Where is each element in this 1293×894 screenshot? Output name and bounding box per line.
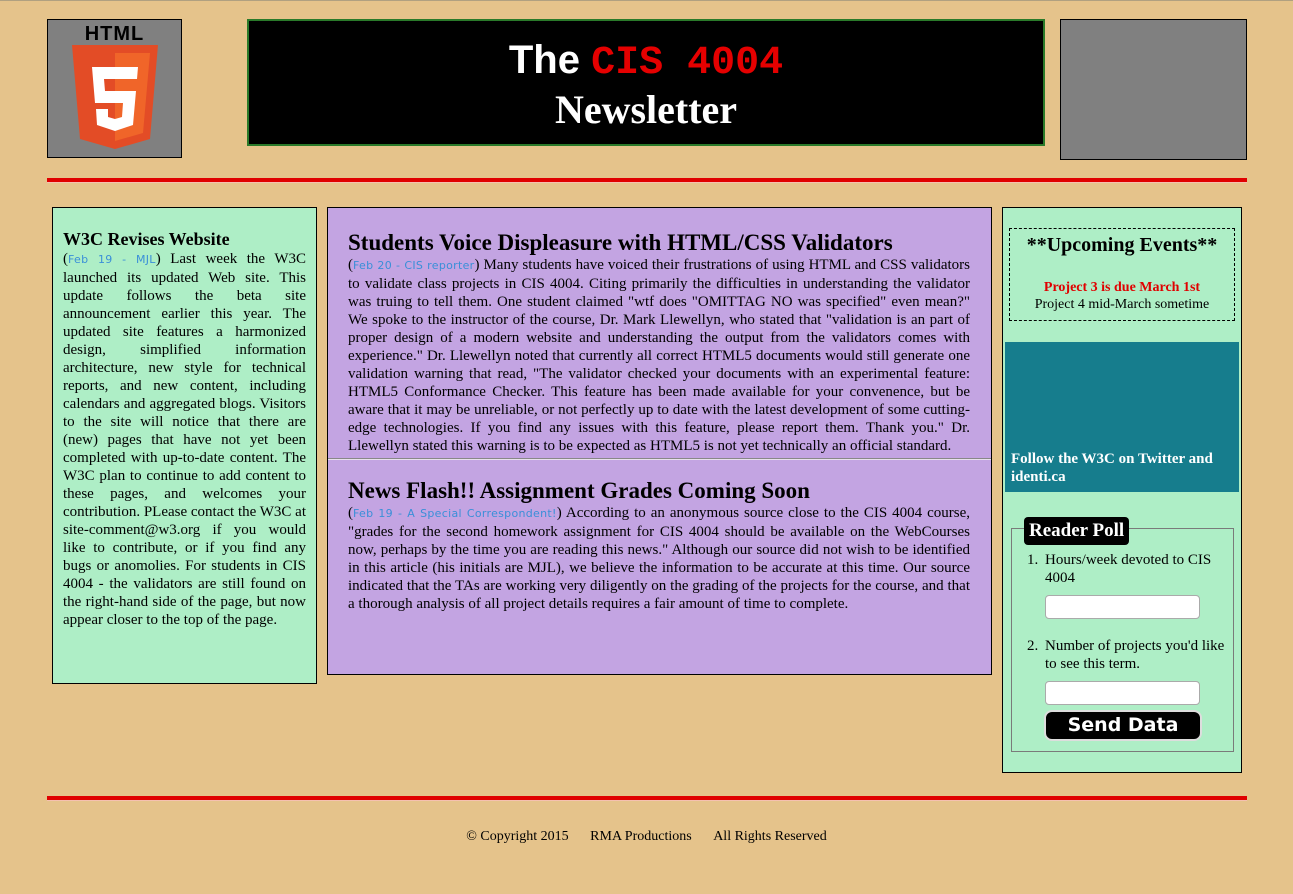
article-body: Many students have voiced their frustrat… xyxy=(348,257,970,454)
twitter-follow-text[interactable]: Follow the W3C on Twitter and identi.ca xyxy=(1011,450,1231,486)
article-byline: Feb 19 - A Special Correspondent! xyxy=(353,507,557,520)
article-grades: News Flash!! Assignment Grades Coming So… xyxy=(328,460,991,613)
article-text: (Feb 19 - MJL) Last week the W3C launche… xyxy=(63,251,306,628)
article-body: Last week the W3C launched its updated W… xyxy=(63,251,306,628)
header-ad-placeholder xyxy=(1060,19,1247,160)
footer-copyright: © Copyright 2015 xyxy=(466,829,569,844)
article-headline: Students Voice Displeasure with HTML/CSS… xyxy=(348,230,893,255)
article-byline: Feb 19 - MJL xyxy=(68,253,156,266)
article-headline: News Flash!! Assignment Grades Coming So… xyxy=(348,478,810,503)
reader-poll-form: Reader Poll 1. Hours/week devoted to CIS… xyxy=(1011,517,1234,752)
article-text: (Feb 20 - CIS reporter) Many students ha… xyxy=(348,257,970,454)
article-text: (Feb 19 - A Special Correspondent!) Acco… xyxy=(348,505,971,612)
masthead-banner: The CIS 4004 Newsletter xyxy=(247,19,1045,146)
masthead-title-line1: The CIS 4004 xyxy=(249,37,1043,87)
left-sidebar-article: W3C Revises Website (Feb 19 - MJL) Last … xyxy=(52,207,317,684)
footer-divider xyxy=(47,796,1247,801)
html5-shield-icon xyxy=(72,45,158,149)
send-data-button[interactable]: Send Data xyxy=(1044,710,1202,741)
top-border xyxy=(0,0,1293,1)
poll-question-2: 2. Number of projects you'd like to see … xyxy=(1027,637,1227,705)
article-byline: Feb 20 - CIS reporter xyxy=(353,259,475,272)
right-sidebar: **Upcoming Events** Project 3 is due Mar… xyxy=(1002,207,1242,773)
footer: © Copyright 2015 RMA Productions All Rig… xyxy=(0,828,1293,846)
question-label: Hours/week devoted to CIS 4004 xyxy=(1045,552,1212,586)
logo-word: HTML xyxy=(84,23,145,45)
question-number: 1. xyxy=(1027,552,1039,568)
number-of-projects-input[interactable] xyxy=(1045,681,1200,705)
poll-question-1: 1. Hours/week devoted to CIS 4004 xyxy=(1027,551,1227,619)
events-title: **Upcoming Events** xyxy=(1026,234,1218,256)
poll-legend: Reader Poll xyxy=(1024,517,1130,545)
twitter-follow-box[interactable]: Follow the W3C on Twitter and identi.ca xyxy=(1005,342,1239,492)
poll-questions: 1. Hours/week devoted to CIS 4004 2. Num… xyxy=(1027,551,1227,705)
masthead-newsletter: Newsletter xyxy=(554,87,738,132)
footer-company: RMA Productions xyxy=(590,829,692,844)
header-divider xyxy=(47,178,1247,183)
question-label: Number of projects you'd like to see thi… xyxy=(1045,638,1225,672)
main-content: Students Voice Displeasure with HTML/CSS… xyxy=(327,207,992,675)
question-number: 2. xyxy=(1027,638,1039,654)
events-highlight: Project 3 is due March 1st xyxy=(1043,280,1201,295)
article-headline: W3C Revises Website xyxy=(63,229,230,249)
article-body: According to an anonymous source close t… xyxy=(348,505,971,612)
upcoming-events: **Upcoming Events** Project 3 is due Mar… xyxy=(1009,228,1235,321)
masthead-the: The xyxy=(508,38,580,82)
events-item: Project 4 mid-March sometime xyxy=(1034,297,1210,312)
article-validators: Students Voice Displeasure with HTML/CSS… xyxy=(328,208,991,458)
footer-rights: All Rights Reserved xyxy=(713,829,827,844)
html5-logo: HTML xyxy=(47,19,182,158)
masthead-course: CIS 4004 xyxy=(591,41,784,86)
hours-per-week-input[interactable] xyxy=(1045,595,1200,619)
